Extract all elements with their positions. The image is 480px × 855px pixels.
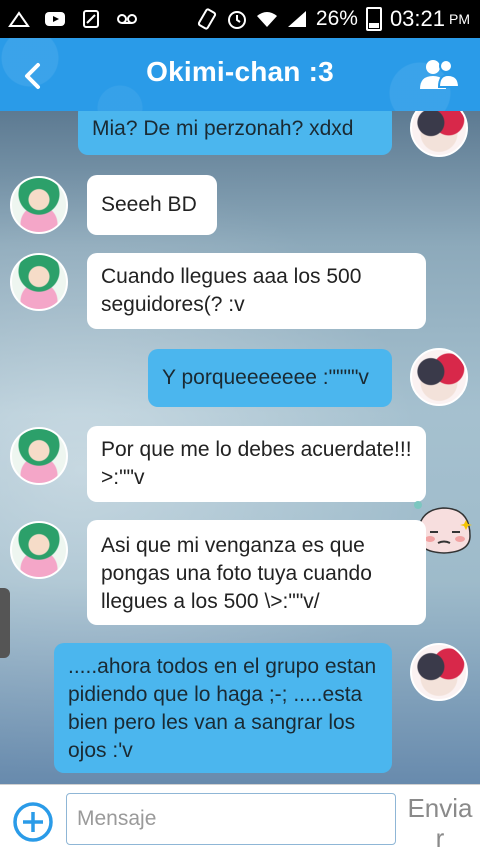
group-icon[interactable] — [418, 56, 460, 92]
avatar[interactable] — [10, 427, 68, 485]
message-bubble-received[interactable]: Seeeh BD — [87, 175, 217, 235]
battery-icon — [365, 7, 382, 31]
message-bubble-sent[interactable]: Y porqueeeeeee :""""v — [148, 349, 392, 407]
message-bubble-received[interactable]: Por que me lo debes acuerdate!!! >:""v — [87, 426, 426, 502]
message-bubble-sent[interactable]: Mia? De mi perzonah? xdxd — [78, 111, 392, 155]
message-text: Seeeh BD — [101, 193, 197, 216]
message-bubble-received[interactable]: Cuando llegues aaa los 500 seguidores(? … — [87, 253, 426, 329]
avatar[interactable] — [410, 643, 468, 701]
avatar[interactable] — [410, 111, 468, 157]
message-text: Por que me lo debes acuerdate!!! >:""v — [101, 438, 412, 489]
page-title: Okimi-chan :3 — [146, 56, 334, 87]
signal-icon — [287, 11, 306, 27]
side-drawer-handle[interactable] — [0, 588, 10, 658]
message-text: Mia? De mi perzonah? xdxd — [92, 117, 354, 140]
status-bar: 26% 03:21 PM — [0, 0, 480, 38]
avatar[interactable] — [10, 176, 68, 234]
clock-ampm: PM — [449, 11, 470, 27]
wifi-icon — [256, 12, 277, 27]
clock-time: 03:21 — [389, 6, 445, 31]
send-button[interactable]: Enviar — [404, 793, 476, 853]
youtube-icon — [45, 12, 65, 26]
avatar[interactable] — [410, 348, 468, 406]
message-text: Cuando llegues aaa los 500 seguidores(? … — [101, 265, 362, 316]
message-bubble-sent[interactable]: .....ahora todos en el grupo estan pidie… — [54, 643, 392, 773]
chat-messages[interactable]: Mia? De mi perzonah? xdxd Seeeh BD Cuand… — [0, 111, 480, 784]
avatar[interactable] — [10, 521, 68, 579]
message-text: .....ahora todos en el grupo estan pidie… — [68, 655, 377, 762]
message-bubble-received[interactable]: Asi que mi venganza es que pongas una fo… — [87, 520, 426, 625]
message-input[interactable] — [66, 793, 396, 845]
message-input-bar: Enviar — [0, 784, 480, 855]
chat-header: Okimi-chan :3 — [0, 38, 480, 111]
avatar[interactable] — [10, 253, 68, 311]
add-icon[interactable] — [12, 801, 54, 843]
message-text: Y porqueeeeeee :""""v — [162, 366, 369, 389]
battery-percent: 26% — [315, 7, 358, 30]
message-text: Asi que mi venganza es que pongas una fo… — [101, 534, 372, 613]
notification-icon — [8, 11, 30, 27]
alarm-icon — [227, 11, 246, 29]
rotate-icon — [197, 8, 217, 30]
edit-icon — [83, 10, 99, 28]
voicemail-icon — [117, 14, 137, 24]
